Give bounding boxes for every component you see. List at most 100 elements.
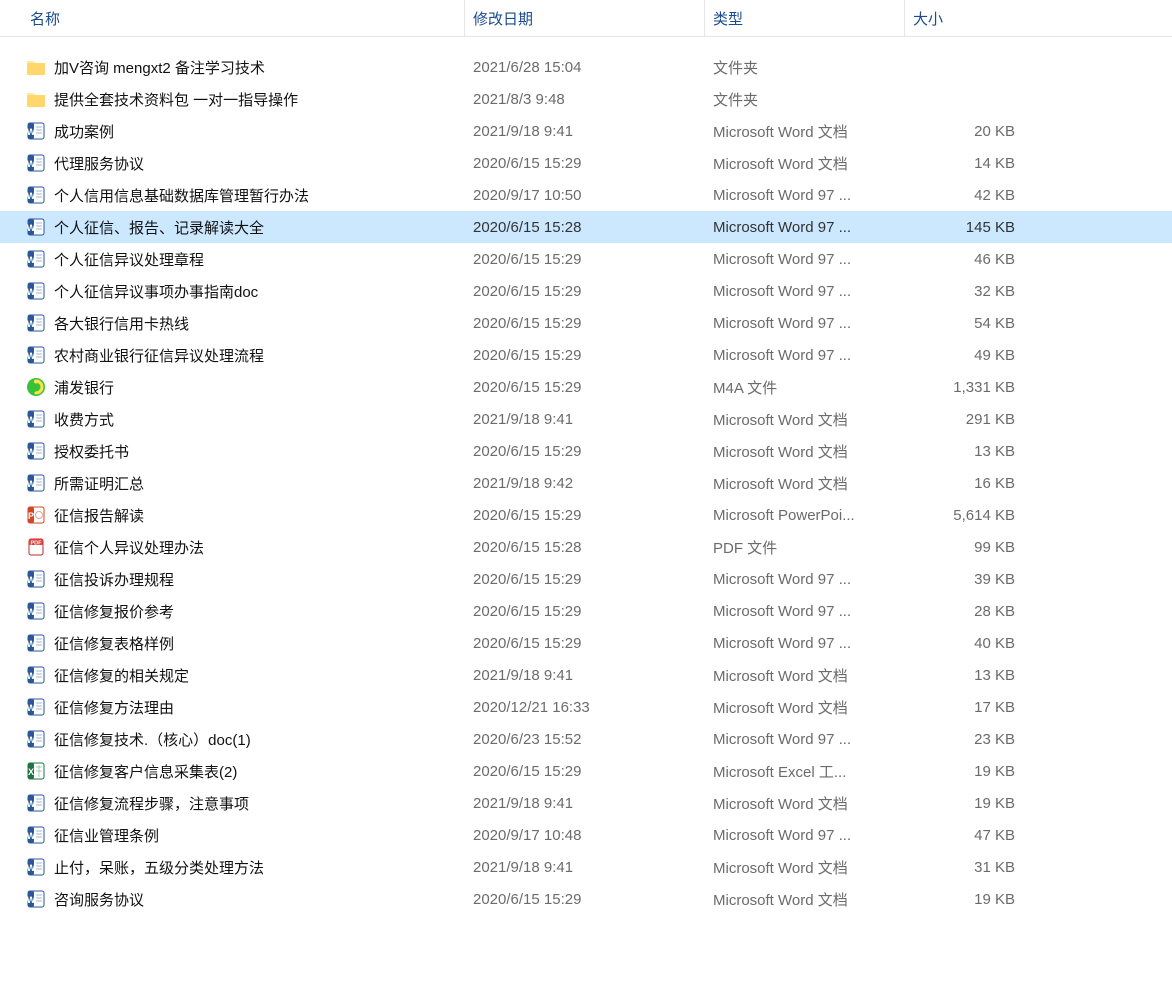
file-name-cell[interactable]: 征信报告解读 bbox=[0, 505, 465, 526]
file-row[interactable]: 个人征信异议处理章程2020/6/15 15:29Microsoft Word … bbox=[0, 243, 1172, 275]
file-date-cell: 2020/9/17 10:48 bbox=[465, 827, 705, 844]
file-name-cell[interactable]: 止付，呆账，五级分类处理方法 bbox=[0, 857, 465, 878]
file-name-cell[interactable]: 征信修复客户信息采集表(2) bbox=[0, 761, 465, 782]
file-row[interactable]: 征信修复的相关规定2021/9/18 9:41Microsoft Word 文档… bbox=[0, 659, 1172, 691]
file-row[interactable]: 征信修复客户信息采集表(2)2020/6/15 15:29Microsoft E… bbox=[0, 755, 1172, 787]
file-row[interactable]: 各大银行信用卡热线2020/6/15 15:29Microsoft Word 9… bbox=[0, 307, 1172, 339]
file-row[interactable]: 授权委托书2020/6/15 15:29Microsoft Word 文档13 … bbox=[0, 435, 1172, 467]
file-date-cell: 2020/6/15 15:29 bbox=[465, 379, 705, 396]
file-row[interactable]: 征信修复流程步骤，注意事项2021/9/18 9:41Microsoft Wor… bbox=[0, 787, 1172, 819]
file-row[interactable]: 提供全套技术资料包 一对一指导操作2021/8/3 9:48文件夹 bbox=[0, 83, 1172, 115]
file-name-cell[interactable]: 征信修复的相关规定 bbox=[0, 665, 465, 686]
word-icon bbox=[26, 825, 46, 845]
file-size-cell: 99 KB bbox=[905, 539, 1035, 556]
column-header-type[interactable]: 类型 bbox=[705, 0, 905, 36]
file-name-cell[interactable]: 个人征信、报告、记录解读大全 bbox=[0, 217, 465, 238]
file-name-cell[interactable]: 个人征信异议处理章程 bbox=[0, 249, 465, 270]
file-name-cell[interactable]: 征信修复报价参考 bbox=[0, 601, 465, 622]
file-row[interactable]: 征信报告解读 2020/6/15 15:29Microsoft PowerPoi.… bbox=[0, 499, 1172, 531]
file-row[interactable]: 征信修复技术.（核心）doc(1)2020/6/23 15:52Microsof… bbox=[0, 723, 1172, 755]
file-name-cell[interactable]: 征信修复技术.（核心）doc(1) bbox=[0, 729, 465, 750]
file-row[interactable]: 征信投诉办理规程2020/6/15 15:29Microsoft Word 97… bbox=[0, 563, 1172, 595]
file-type-cell: Microsoft Word 文档 bbox=[705, 409, 905, 430]
file-row[interactable]: 收费方式2021/9/18 9:41Microsoft Word 文档291 K… bbox=[0, 403, 1172, 435]
file-size-cell: 5,614 KB bbox=[905, 507, 1035, 524]
file-date-cell: 2020/6/15 15:29 bbox=[465, 155, 705, 172]
file-row[interactable]: 成功案例2021/9/18 9:41Microsoft Word 文档20 KB bbox=[0, 115, 1172, 147]
file-type-cell: Microsoft Word 97 ... bbox=[705, 603, 905, 620]
file-row[interactable]: 个人征信异议事项办事指南doc2020/6/15 15:29Microsoft … bbox=[0, 275, 1172, 307]
file-name-cell[interactable]: 征信投诉办理规程 bbox=[0, 569, 465, 590]
file-name-text: 征信报告解读 bbox=[54, 505, 144, 526]
column-header-date[interactable]: 修改日期 bbox=[465, 0, 705, 36]
file-row[interactable]: 浦发银行2020/6/15 15:29M4A 文件1,331 KB bbox=[0, 371, 1172, 403]
file-type-cell: Microsoft Word 97 ... bbox=[705, 219, 905, 236]
file-size-cell: 14 KB bbox=[905, 155, 1035, 172]
file-row[interactable]: 征信修复报价参考2020/6/15 15:29Microsoft Word 97… bbox=[0, 595, 1172, 627]
file-name-cell[interactable]: 征信业管理条例 bbox=[0, 825, 465, 846]
file-name-text: 收费方式 bbox=[54, 409, 114, 430]
file-row[interactable]: 加V咨询 mengxt2 备注学习技术2021/6/28 15:04文件夹 bbox=[0, 51, 1172, 83]
file-name-cell[interactable]: 农村商业银行征信异议处理流程 bbox=[0, 345, 465, 366]
column-header-name[interactable]: 名称 bbox=[0, 0, 465, 36]
file-row[interactable]: 个人征信、报告、记录解读大全2020/6/15 15:28Microsoft W… bbox=[0, 211, 1172, 243]
file-date-cell: 2020/6/15 15:29 bbox=[465, 763, 705, 780]
word-icon bbox=[26, 569, 46, 589]
file-name-text: 个人征信、报告、记录解读大全 bbox=[54, 217, 264, 238]
folder-icon bbox=[26, 57, 46, 77]
file-row[interactable]: 咨询服务协议2020/6/15 15:29Microsoft Word 文档19… bbox=[0, 883, 1172, 915]
file-date-cell: 2021/8/3 9:48 bbox=[465, 91, 705, 108]
file-size-cell: 47 KB bbox=[905, 827, 1035, 844]
file-name-cell[interactable]: 授权委托书 bbox=[0, 441, 465, 462]
file-name-cell[interactable]: 征信修复方法理由 bbox=[0, 697, 465, 718]
file-size-cell: 40 KB bbox=[905, 635, 1035, 652]
file-type-cell: PDF 文件 bbox=[705, 537, 905, 558]
audio-icon bbox=[26, 377, 46, 397]
file-name-cell[interactable]: 征信个人异议处理办法 bbox=[0, 537, 465, 558]
file-row[interactable]: 征信修复方法理由2020/12/21 16:33Microsoft Word 文… bbox=[0, 691, 1172, 723]
file-size-cell: 31 KB bbox=[905, 859, 1035, 876]
file-type-cell: Microsoft Word 97 ... bbox=[705, 827, 905, 844]
file-date-cell: 2020/6/15 15:28 bbox=[465, 539, 705, 556]
file-name-cell[interactable]: 各大银行信用卡热线 bbox=[0, 313, 465, 334]
file-type-cell: Microsoft Word 97 ... bbox=[705, 571, 905, 588]
file-name-cell[interactable]: 个人信用信息基础数据库管理暂行办法 bbox=[0, 185, 465, 206]
file-date-cell: 2020/6/15 15:29 bbox=[465, 635, 705, 652]
file-name-cell[interactable]: 加V咨询 mengxt2 备注学习技术 bbox=[0, 57, 465, 78]
file-row[interactable]: 个人信用信息基础数据库管理暂行办法2020/9/17 10:50Microsof… bbox=[0, 179, 1172, 211]
file-type-cell: Microsoft Word 文档 bbox=[705, 153, 905, 174]
file-row[interactable]: 所需证明汇总2021/9/18 9:42Microsoft Word 文档16 … bbox=[0, 467, 1172, 499]
file-name-cell[interactable]: 所需证明汇总 bbox=[0, 473, 465, 494]
column-header-size[interactable]: 大小 bbox=[905, 0, 1035, 36]
file-name-text: 征信修复方法理由 bbox=[54, 697, 174, 718]
file-size-cell: 19 KB bbox=[905, 795, 1035, 812]
file-row[interactable]: 代理服务协议2020/6/15 15:29Microsoft Word 文档14… bbox=[0, 147, 1172, 179]
file-name-cell[interactable]: 代理服务协议 bbox=[0, 153, 465, 174]
column-header-row: ˇ 名称 修改日期 类型 大小 bbox=[0, 0, 1172, 37]
file-name-cell[interactable]: 咨询服务协议 bbox=[0, 889, 465, 910]
file-name-cell[interactable]: 征信修复表格样例 bbox=[0, 633, 465, 654]
file-name-text: 征信修复客户信息采集表(2) bbox=[54, 761, 237, 782]
file-date-cell: 2020/6/15 15:29 bbox=[465, 891, 705, 908]
file-type-cell: Microsoft Word 文档 bbox=[705, 441, 905, 462]
file-name-cell[interactable]: 提供全套技术资料包 一对一指导操作 bbox=[0, 89, 465, 110]
word-icon bbox=[26, 889, 46, 909]
file-row[interactable]: 征信业管理条例 2020/9/17 10:48Microsoft Word 97 … bbox=[0, 819, 1172, 851]
file-name-cell[interactable]: 征信修复流程步骤，注意事项 bbox=[0, 793, 465, 814]
word-icon bbox=[26, 409, 46, 429]
file-list: 加V咨询 mengxt2 备注学习技术2021/6/28 15:04文件夹提供全… bbox=[0, 37, 1172, 915]
file-name-cell[interactable]: 成功案例 bbox=[0, 121, 465, 142]
file-name-text: 提供全套技术资料包 一对一指导操作 bbox=[54, 89, 298, 110]
file-row[interactable]: 征信修复表格样例2020/6/15 15:29Microsoft Word 97… bbox=[0, 627, 1172, 659]
file-size-cell: 1,331 KB bbox=[905, 379, 1035, 396]
file-row[interactable]: 止付，呆账，五级分类处理方法2021/9/18 9:41Microsoft Wo… bbox=[0, 851, 1172, 883]
file-date-cell: 2020/6/15 15:29 bbox=[465, 507, 705, 524]
file-name-cell[interactable]: 个人征信异议事项办事指南doc bbox=[0, 281, 465, 302]
file-name-cell[interactable]: 收费方式 bbox=[0, 409, 465, 430]
file-row[interactable]: 征信个人异议处理办法2020/6/15 15:28PDF 文件99 KB bbox=[0, 531, 1172, 563]
file-type-cell: Microsoft PowerPoi... bbox=[705, 507, 905, 524]
file-name-cell[interactable]: 浦发银行 bbox=[0, 377, 465, 398]
file-row[interactable]: 农村商业银行征信异议处理流程2020/6/15 15:29Microsoft W… bbox=[0, 339, 1172, 371]
file-name-text: 征信业管理条例 bbox=[54, 825, 159, 846]
file-type-cell: Microsoft Word 文档 bbox=[705, 473, 905, 494]
